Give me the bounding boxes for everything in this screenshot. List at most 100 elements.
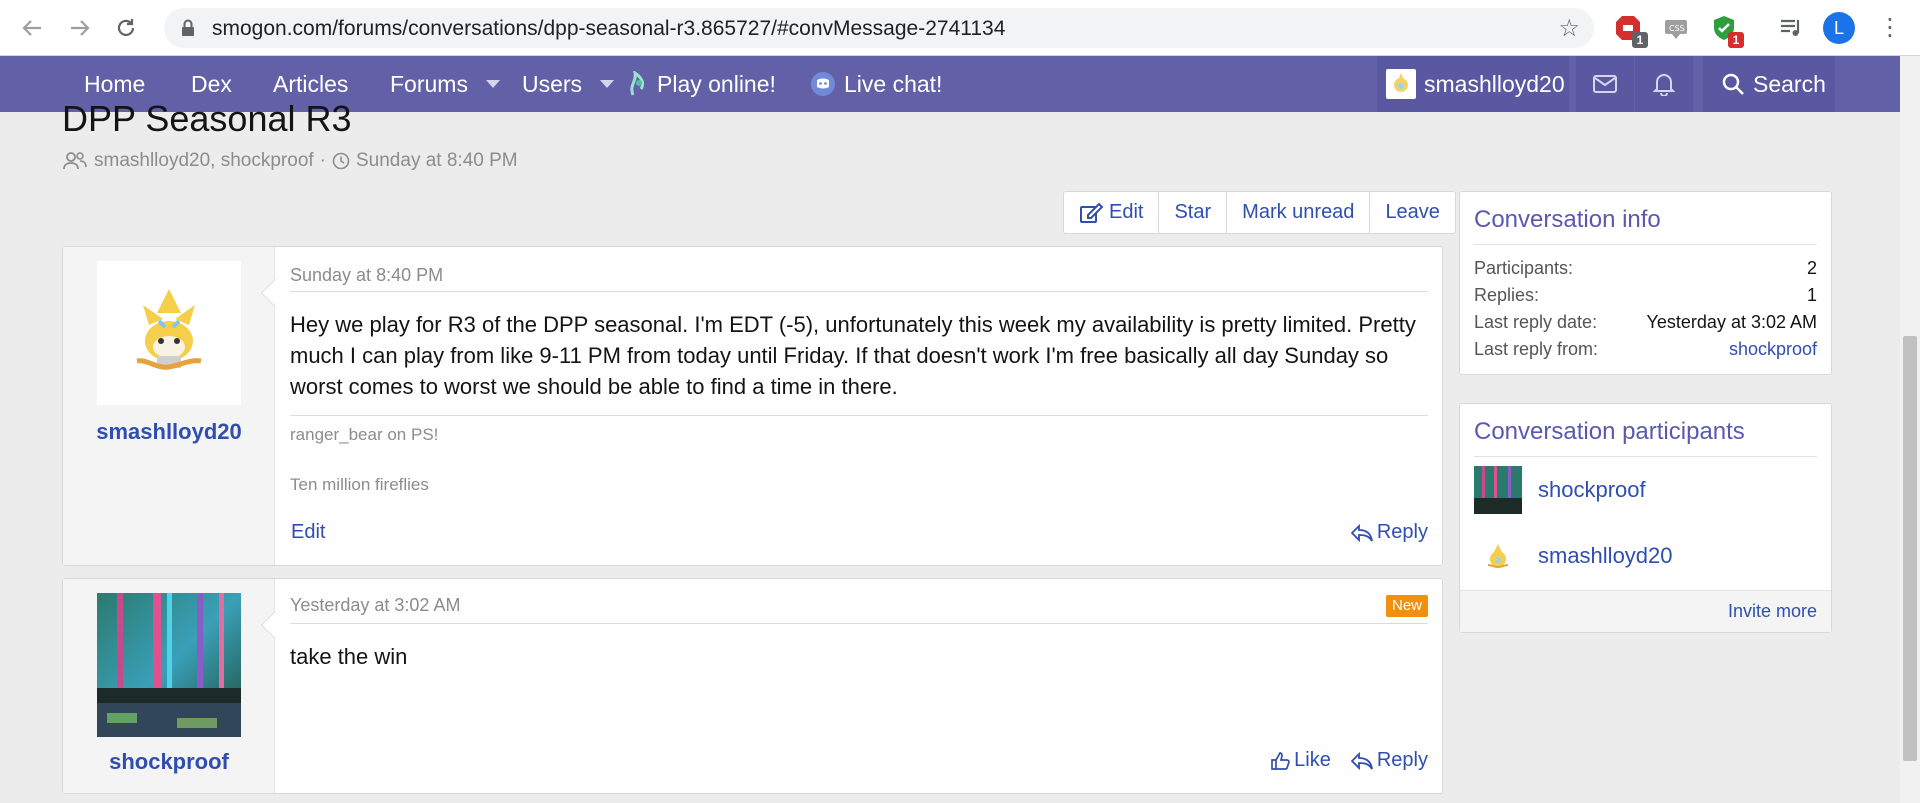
- message-author[interactable]: shockproof: [63, 749, 275, 775]
- invite-more-link[interactable]: Invite more: [1728, 601, 1817, 622]
- message-body: take the win: [290, 644, 408, 669]
- info-label: Replies:: [1474, 285, 1540, 305]
- scrollbar-thumb[interactable]: [1903, 336, 1917, 761]
- nav-users[interactable]: Users: [522, 56, 615, 112]
- message-user-column: shockproof: [63, 579, 275, 793]
- discord-icon: [811, 72, 835, 96]
- clock-icon: [332, 152, 350, 170]
- conversation-meta: smashlloyd20, shockproof · Sunday at 8:4…: [62, 150, 518, 172]
- last-reply-user-link[interactable]: shockproof: [1729, 339, 1817, 360]
- conversation-actions: Edit Star Mark unread Leave: [1063, 191, 1456, 234]
- nav-play-online[interactable]: Play online!: [627, 56, 776, 112]
- edit-label: Edit: [1109, 201, 1144, 223]
- bookmark-star-icon[interactable]: ☆: [1558, 14, 1580, 43]
- message-footer-actions: Reply: [1350, 521, 1428, 544]
- participants-title: Conversation participants: [1474, 418, 1745, 445]
- extension-badge: 1: [1632, 32, 1648, 48]
- users-icon: [63, 152, 87, 170]
- participants-footer: Invite more: [1460, 590, 1831, 632]
- profile-avatar[interactable]: L: [1823, 12, 1855, 44]
- search-label: Search: [1753, 70, 1826, 97]
- reply-button[interactable]: Reply: [1350, 521, 1428, 544]
- forward-arrow-icon[interactable]: [66, 14, 94, 42]
- edit-conversation-button[interactable]: Edit: [1064, 192, 1160, 233]
- css-extension-icon[interactable]: CSS: [1662, 14, 1690, 42]
- info-row-participants: Participants: 2: [1474, 258, 1817, 279]
- message-author[interactable]: smashlloyd20: [63, 419, 275, 445]
- shield-extension-icon[interactable]: 1: [1710, 14, 1744, 48]
- chevron-down-icon[interactable]: [485, 80, 500, 88]
- user-avatar: [1386, 69, 1416, 99]
- message-date[interactable]: Yesterday at 3:02 AM: [290, 595, 460, 616]
- message-date[interactable]: Sunday at 8:40 PM: [290, 265, 443, 286]
- inbox-icon[interactable]: [1576, 56, 1634, 112]
- adblock-extension-icon[interactable]: 1: [1614, 14, 1648, 48]
- nav-live-chat[interactable]: Live chat!: [810, 56, 942, 112]
- avatar[interactable]: [97, 261, 241, 405]
- participant-item[interactable]: shockproof: [1474, 466, 1646, 514]
- nav-account[interactable]: smashlloyd20: [1377, 56, 1569, 112]
- message: shockproof Yesterday at 3:02 AM New take…: [62, 578, 1443, 794]
- reply-icon: [1350, 523, 1373, 542]
- start-date[interactable]: Sunday at 8:40 PM: [356, 150, 518, 172]
- avatar[interactable]: [97, 593, 241, 737]
- like-button[interactable]: Like: [1270, 749, 1331, 772]
- bell-icon[interactable]: [1635, 56, 1693, 112]
- svg-text:CSS: CSS: [1669, 24, 1685, 33]
- message-body: Hey we play for R3 of the DPP seasonal. …: [290, 312, 1416, 399]
- browser-toolbar: smogon.com/forums/conversations/dpp-seas…: [0, 0, 1920, 56]
- message: smashlloyd20 Sunday at 8:40 PM Hey we pl…: [62, 246, 1443, 566]
- lock-icon: [180, 19, 198, 37]
- edit-icon: [1080, 202, 1103, 223]
- info-value: 1: [1806, 285, 1817, 305]
- participants-list[interactable]: smashlloyd20, shockproof: [94, 150, 314, 172]
- page-scrollbar[interactable]: [1900, 56, 1920, 803]
- star-button[interactable]: Star: [1159, 192, 1228, 233]
- info-value: 2: [1806, 258, 1817, 278]
- chevron-down-icon[interactable]: [600, 80, 615, 88]
- nav-live-chat-label: Live chat!: [844, 71, 943, 97]
- info-row-replies: Replies: 1: [1474, 285, 1817, 306]
- media-playlist-icon[interactable]: [1778, 14, 1806, 42]
- nav-forums-label: Forums: [390, 71, 468, 97]
- reply-label: Reply: [1376, 521, 1428, 543]
- divider: [1474, 244, 1817, 245]
- info-label: Last reply from:: [1474, 339, 1599, 359]
- info-label: Last reply date:: [1474, 312, 1598, 332]
- page-title: DPP Seasonal R3: [62, 98, 352, 136]
- nav-forums[interactable]: Forums: [390, 56, 500, 112]
- reply-button[interactable]: Reply: [1350, 749, 1428, 772]
- avatar[interactable]: [1474, 466, 1522, 514]
- message-user-column: smashlloyd20: [63, 247, 275, 565]
- menu-kebab-icon[interactable]: ⋮: [1878, 12, 1902, 44]
- participant-name[interactable]: shockproof: [1538, 477, 1646, 503]
- signature-line: ranger_bear on PS!: [290, 425, 439, 444]
- extension-badge: 1: [1728, 32, 1744, 48]
- divider: [290, 415, 1428, 416]
- reply-icon: [1350, 751, 1373, 770]
- avatar[interactable]: [1474, 532, 1522, 580]
- signature-line: Ten million fireflies: [290, 475, 429, 494]
- info-label: Participants:: [1474, 258, 1574, 278]
- leave-button[interactable]: Leave: [1370, 192, 1455, 233]
- nav-username: smashlloyd20: [1424, 70, 1565, 97]
- nav-users-label: Users: [522, 71, 583, 97]
- mark-unread-button[interactable]: Mark unread: [1227, 192, 1371, 233]
- search-button[interactable]: Search: [1703, 56, 1835, 112]
- info-row-last-reply-from: Last reply from: shockproof: [1474, 339, 1817, 360]
- address-bar[interactable]: smogon.com/forums/conversations/dpp-seas…: [164, 8, 1594, 48]
- nav-play-online-label: Play online!: [657, 71, 776, 97]
- back-arrow-icon[interactable]: [18, 14, 46, 42]
- info-value: Yesterday at 3:02 AM: [1646, 312, 1817, 332]
- info-row-last-reply-date: Last reply date: Yesterday at 3:02 AM: [1474, 312, 1817, 333]
- divider: [1474, 456, 1817, 457]
- conversation-info-title: Conversation info: [1474, 206, 1661, 233]
- participant-name[interactable]: smashlloyd20: [1538, 543, 1673, 569]
- reload-icon[interactable]: [112, 14, 140, 42]
- pokemon-showdown-icon: [630, 71, 645, 96]
- divider: [290, 291, 1428, 292]
- participant-item[interactable]: smashlloyd20: [1474, 532, 1673, 580]
- edit-message-link[interactable]: Edit: [291, 521, 325, 544]
- thumbs-up-icon: [1271, 751, 1291, 770]
- conversation-participants-block: Conversation participants shockproof sma…: [1459, 403, 1832, 633]
